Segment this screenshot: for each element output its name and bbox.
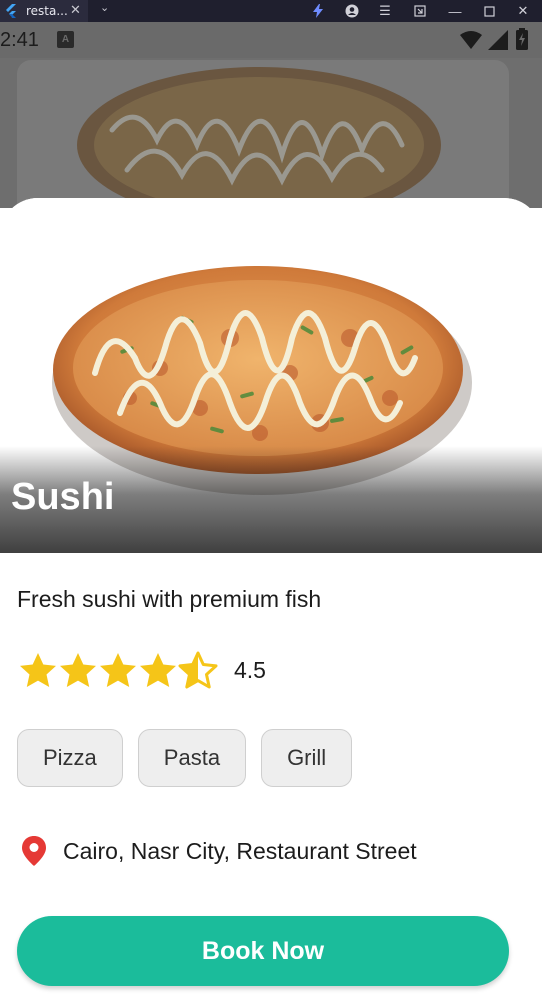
browser-tab[interactable]: resta... ✕ bbox=[0, 0, 88, 22]
background-restaurant-card bbox=[17, 60, 509, 208]
location-row: Cairo, Nasr City, Restaurant Street bbox=[22, 835, 417, 867]
category-chips: Pizza Pasta Grill bbox=[17, 729, 353, 787]
category-chip[interactable]: Pasta bbox=[137, 729, 247, 787]
background-pizza-image bbox=[77, 67, 441, 208]
location-text: Cairo, Nasr City, Restaurant Street bbox=[63, 837, 417, 864]
status-time: 2:41 bbox=[0, 29, 39, 51]
rating-value: 4.5 bbox=[234, 656, 266, 683]
book-now-button[interactable]: Book Now bbox=[17, 916, 509, 986]
background-screen bbox=[0, 58, 542, 208]
star-half-icon bbox=[178, 651, 218, 689]
star-full-icon bbox=[60, 653, 96, 687]
window-close-icon[interactable]: ✕ bbox=[514, 0, 532, 22]
star-rating bbox=[18, 651, 218, 689]
menu-icon[interactable]: ☰ bbox=[376, 0, 394, 22]
category-chip[interactable]: Grill bbox=[261, 729, 353, 787]
flutter-logo-icon bbox=[6, 4, 16, 18]
hero-image: Sushi bbox=[0, 198, 542, 553]
minimize-icon[interactable]: — bbox=[446, 0, 464, 22]
star-full-icon bbox=[140, 653, 176, 687]
star-full-icon bbox=[20, 653, 56, 687]
star-full-icon bbox=[100, 653, 136, 687]
chevron-down-icon[interactable]: ⌄ bbox=[100, 1, 109, 14]
category-chip-label: Pizza bbox=[43, 745, 97, 770]
restaurant-detail-sheet: Sushi Fresh sushi with premium fish 4.5 … bbox=[0, 198, 542, 1006]
close-icon[interactable]: ✕ bbox=[70, 2, 81, 18]
window-title-bar: resta... ✕ ⌄ ☰ — ✕ bbox=[0, 0, 542, 22]
status-bar: 2:41 A bbox=[0, 22, 542, 58]
tab-title: resta... bbox=[26, 4, 68, 18]
notification-badge-icon: A bbox=[57, 31, 74, 48]
battery-icon bbox=[516, 28, 528, 50]
category-chip[interactable]: Pizza bbox=[17, 729, 123, 787]
restaurant-name: Sushi bbox=[11, 476, 115, 518]
signal-icon bbox=[488, 30, 508, 50]
account-icon[interactable] bbox=[342, 0, 362, 22]
category-chip-label: Pasta bbox=[163, 745, 221, 770]
wifi-icon bbox=[460, 31, 482, 49]
compact-view-icon[interactable] bbox=[411, 0, 429, 22]
book-now-label: Book Now bbox=[201, 936, 325, 965]
restaurant-description: Fresh sushi with premium fish bbox=[17, 586, 322, 612]
category-chip-label: Grill bbox=[287, 745, 327, 770]
location-pin-icon bbox=[22, 836, 46, 866]
rating-bar: 4.5 bbox=[18, 650, 266, 690]
lightning-icon[interactable] bbox=[309, 0, 327, 22]
maximize-icon[interactable] bbox=[480, 0, 498, 22]
